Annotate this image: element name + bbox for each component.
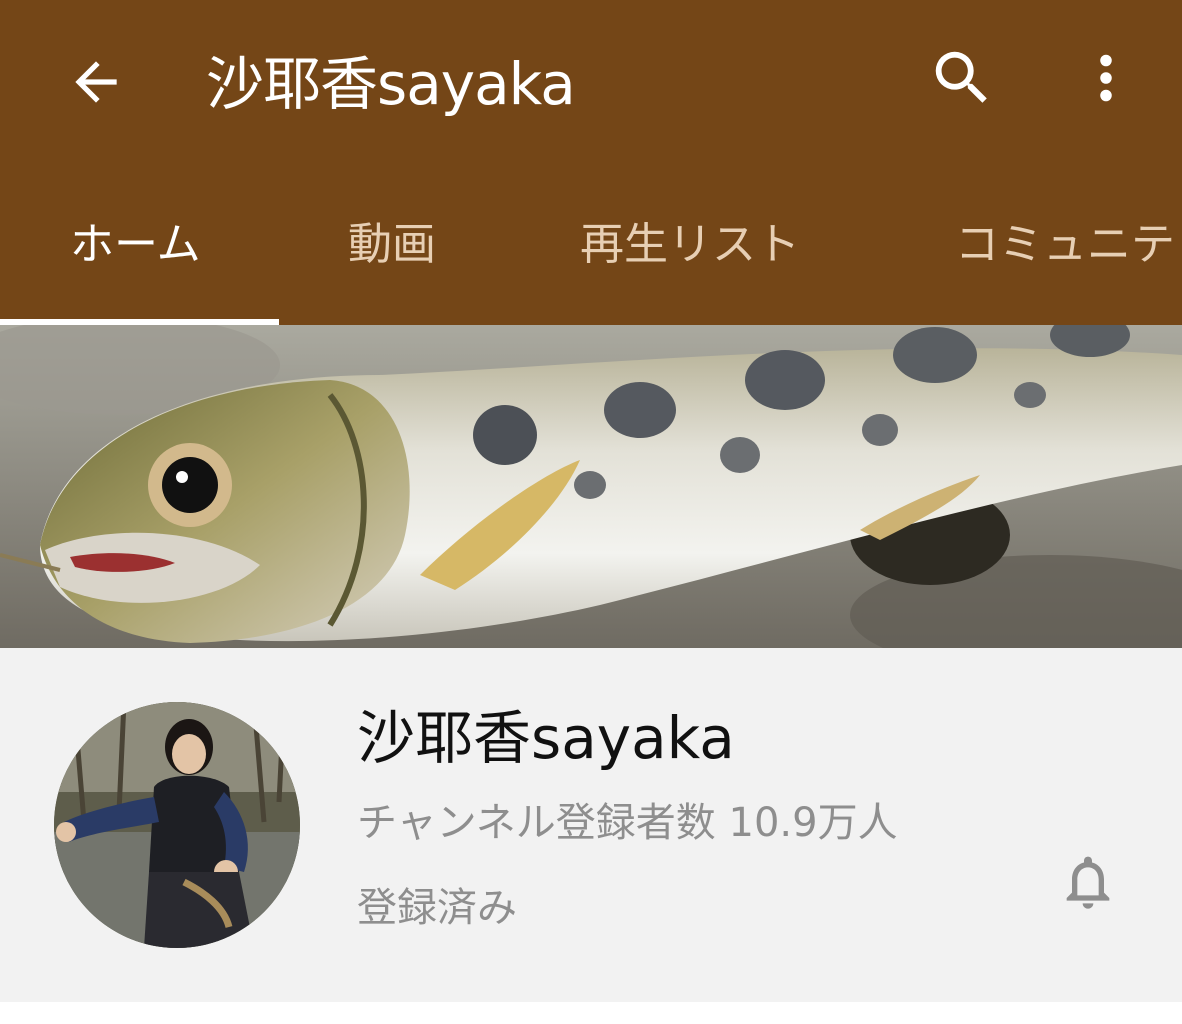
channel-avatar[interactable]: [54, 702, 300, 948]
section-divider: [0, 1002, 1182, 1024]
back-button[interactable]: [56, 42, 136, 122]
search-icon: [935, 51, 987, 103]
channel-info: 沙耶香sayaka チャンネル登録者数 10.9万人 登録済み: [0, 648, 1182, 1002]
tab-videos[interactable]: 動画: [348, 210, 436, 280]
bell-icon: [1066, 856, 1110, 909]
app-bar-title: 沙耶香sayaka: [206, 50, 576, 118]
avatar-photo: [54, 702, 300, 948]
subscriber-count: チャンネル登録者数 10.9万人: [357, 800, 898, 846]
channel-banner: [0, 325, 1182, 648]
more-vert-icon: [1100, 54, 1112, 102]
search-button[interactable]: [922, 38, 1002, 118]
tab-playlists[interactable]: 再生リスト: [580, 210, 800, 280]
channel-app-bar: 沙耶香sayaka ホーム 動画 再生リスト コミュニテ: [0, 0, 1182, 325]
more-options-button[interactable]: [1068, 38, 1144, 118]
channel-name: 沙耶香sayaka: [357, 704, 735, 772]
trout-banner-image: [0, 325, 1182, 648]
notification-bell-button[interactable]: [1050, 844, 1126, 920]
channel-tabs: ホーム 動画 再生リスト コミュニテ: [0, 180, 1182, 325]
arrow-back-icon: [75, 61, 117, 103]
subscribed-status[interactable]: 登録済み: [357, 878, 517, 938]
tab-home[interactable]: ホーム: [70, 210, 201, 280]
tab-community[interactable]: コミュニテ: [955, 210, 1175, 280]
youtube-channel-page: 沙耶香sayaka ホーム 動画 再生リスト コミュニテ 沙耶香sayaka チ…: [0, 0, 1182, 1024]
